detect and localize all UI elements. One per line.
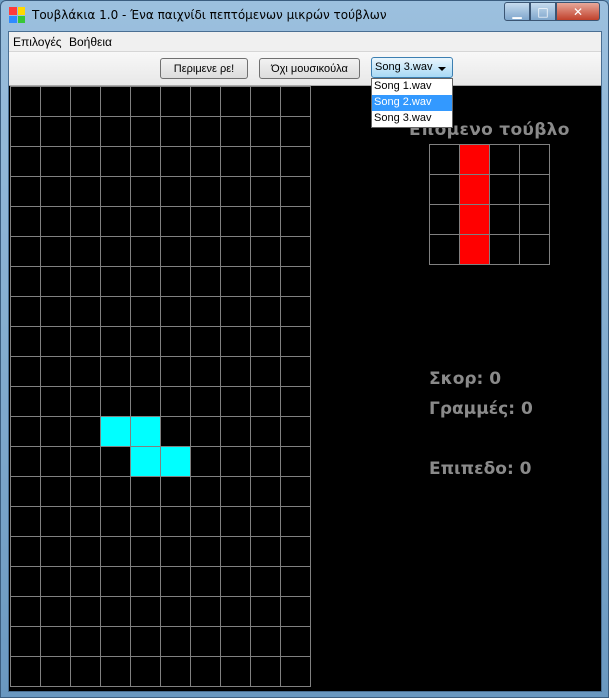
menu-help[interactable]: Βοήθεια <box>69 35 112 49</box>
song-select-value: Song 3.wav <box>375 61 433 73</box>
falling-block <box>161 447 190 476</box>
close-button[interactable]: ✕ <box>556 2 600 21</box>
grid-line <box>100 86 101 687</box>
menu-bar: Επιλογές Βοήθεια <box>9 32 601 52</box>
menu-options[interactable]: Επιλογές <box>13 35 62 49</box>
title-bar[interactable]: Τουβλάκια 1.0 - Ένα παιχνίδι πεπτόμενων … <box>1 1 608 31</box>
grid-line <box>70 86 71 687</box>
chevron-down-icon <box>438 67 446 71</box>
grid-line <box>190 86 191 687</box>
next-piece-preview <box>429 144 550 265</box>
grid-line <box>489 144 490 265</box>
close-icon: ✕ <box>572 4 584 19</box>
grid-line <box>429 234 550 235</box>
grid-line <box>160 86 161 687</box>
song-select[interactable]: Song 3.wav <box>371 57 453 78</box>
grid-line <box>40 86 41 687</box>
song-option[interactable]: Song 3.wav <box>372 111 452 127</box>
grid-line <box>250 86 251 687</box>
lines-label: Γραμμές: 0 <box>429 399 533 419</box>
maximize-icon: □ <box>537 4 549 19</box>
minimize-button[interactable]: ▁ <box>504 2 530 21</box>
grid-line <box>310 86 311 687</box>
next-piece-block <box>460 205 489 234</box>
game-board <box>10 86 312 688</box>
minimize-icon: ▁ <box>512 4 522 19</box>
score-label: Σκορ: 0 <box>429 369 502 389</box>
song-dropdown-list: Song 1.wav Song 2.wav Song 3.wav <box>371 78 453 128</box>
grid-line <box>220 86 221 687</box>
song-option[interactable]: Song 2.wav <box>372 95 452 111</box>
grid-line <box>130 86 131 687</box>
falling-block <box>131 447 160 476</box>
falling-block <box>101 417 130 446</box>
falling-block <box>131 417 160 446</box>
grid-line <box>280 86 281 687</box>
colored-blocks-icon <box>9 7 25 23</box>
app-window: Τουβλάκια 1.0 - Ένα παιχνίδι πεπτόμενων … <box>0 0 609 698</box>
music-off-button[interactable]: Όχι μουσικούλα <box>259 58 360 79</box>
grid-line <box>10 86 11 687</box>
grid-line <box>549 144 550 265</box>
next-piece-block <box>460 145 489 174</box>
level-label: Επιπεδο: 0 <box>429 459 532 479</box>
next-piece-block <box>460 175 489 204</box>
pause-button[interactable]: Περιμενε ρε! <box>160 58 248 79</box>
toolbar: Περιμενε ρε! Όχι μουσικούλα Song 3.wav <box>9 52 601 86</box>
maximize-button[interactable]: □ <box>530 2 556 21</box>
song-option[interactable]: Song 1.wav <box>372 79 452 95</box>
window-title: Τουβλάκια 1.0 - Ένα παιχνίδι πεπτόμενων … <box>32 8 387 22</box>
grid-line <box>429 264 550 265</box>
grid-line <box>519 144 520 265</box>
next-piece-block <box>460 235 489 264</box>
client-area: Επιλογές Βοήθεια Περιμενε ρε! Όχι μουσικ… <box>8 31 602 692</box>
